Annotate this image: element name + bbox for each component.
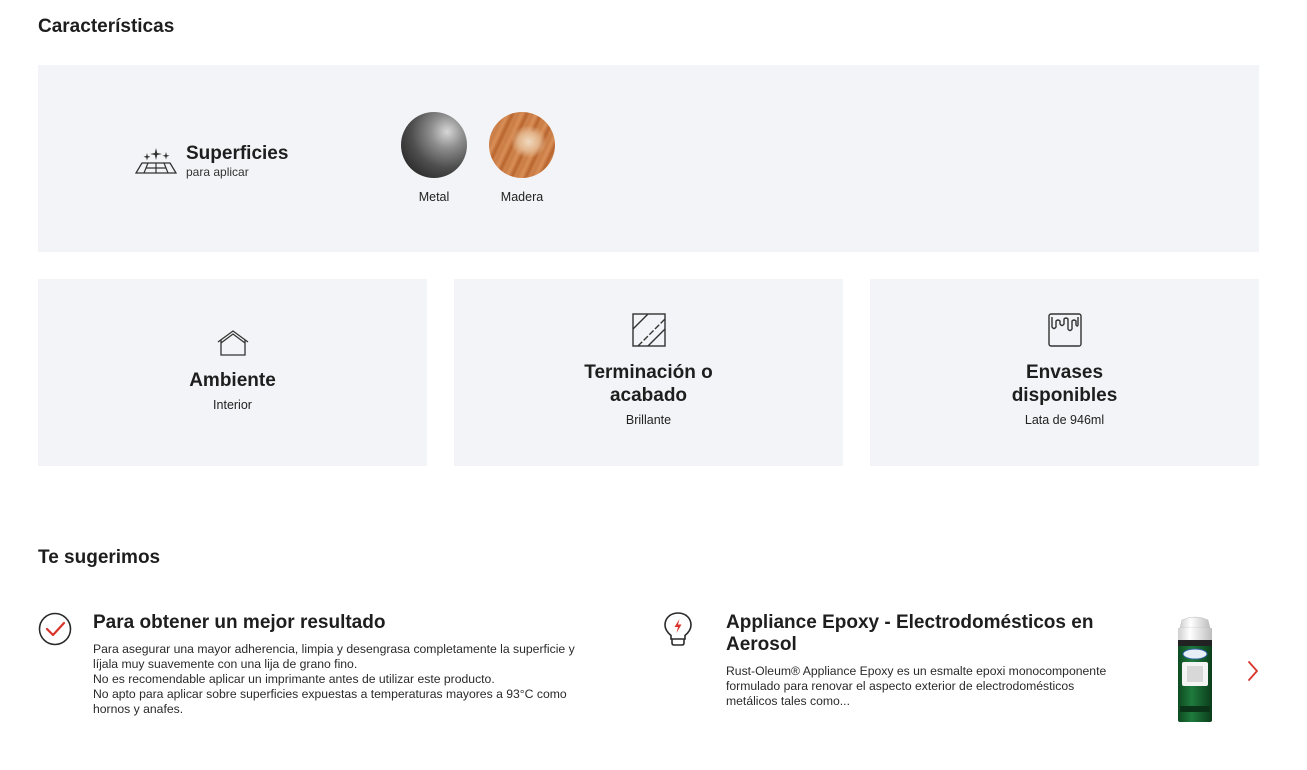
tip-line: hornos y anafes.	[93, 702, 184, 716]
sparkle-surface-icon	[134, 148, 178, 174]
check-circle-icon	[38, 612, 72, 646]
feature-card-ambiente: Ambiente Interior	[38, 279, 427, 466]
tip-line: líjala muy suavemente con una lija de gr…	[93, 657, 358, 671]
card-title-line: Terminación o	[584, 362, 713, 383]
card-title: Terminación o acabado	[454, 361, 843, 407]
surface-option-metal: Metal	[389, 112, 479, 204]
spray-can-image[interactable]	[1170, 614, 1220, 726]
tip-text: Para asegurar una mayor adherencia, limp…	[93, 642, 623, 717]
tip-line: Para asegurar una mayor adherencia, limp…	[93, 642, 575, 656]
surfaces-panel: Superficies para aplicar Metal Madera	[38, 65, 1259, 252]
section-title-sugerimos: Te sugerimos	[38, 547, 161, 568]
product-title-line: Appliance Epoxy - Electrodomésticos en	[726, 612, 1094, 633]
card-value: Interior	[213, 398, 252, 412]
surface-label: Madera	[500, 190, 544, 204]
chevron-right-icon[interactable]	[1246, 660, 1260, 682]
feature-card-envases: Envases disponibles Lata de 946ml	[870, 279, 1259, 466]
product-line: metálicos tales como...	[726, 694, 850, 708]
product-title[interactable]: Appliance Epoxy - Electrodomésticos en A…	[726, 612, 1146, 656]
section-title-caracteristicas: Características	[38, 16, 175, 37]
product-line: formulado para renovar el aspecto exteri…	[726, 679, 1075, 693]
surface-option-madera: Madera	[477, 112, 567, 204]
tip-better-result: Para obtener un mejor resultado Para ase…	[93, 612, 623, 717]
wood-swatch-image	[489, 112, 555, 178]
tip-title: Para obtener un mejor resultado	[93, 612, 386, 633]
paint-can-icon	[1047, 313, 1082, 347]
card-title-line: disponibles	[1011, 385, 1118, 406]
product-title-line: Aerosol	[726, 634, 797, 655]
card-title-line: Envases	[1025, 362, 1104, 383]
metal-swatch-image	[401, 112, 467, 178]
product-description: Rust-Oleum® Appliance Epoxy es un esmalt…	[726, 664, 1146, 709]
tip-line: No apto para aplicar sobre superficies e…	[93, 687, 567, 701]
card-title: Envases disponibles	[870, 361, 1259, 407]
house-icon	[217, 330, 248, 356]
tip-line: No es recomendable aplicar un imprimante…	[93, 672, 495, 686]
product-line: Rust-Oleum® Appliance Epoxy es un esmalt…	[726, 664, 1107, 678]
surfaces-title: Superficies	[186, 143, 289, 164]
surfaces-header: Superficies para aplicar	[134, 143, 288, 179]
lightbulb-icon	[664, 612, 692, 646]
surfaces-subtitle: para aplicar	[186, 165, 249, 179]
card-value: Lata de 946ml	[1024, 413, 1105, 427]
card-title: Ambiente	[189, 370, 276, 391]
page: Características Superficies para aplicar…	[0, 0, 1307, 770]
surface-label: Metal	[418, 190, 450, 204]
card-value: Brillante	[625, 413, 672, 427]
gloss-finish-icon	[631, 313, 666, 347]
feature-card-terminacion: Terminación o acabado Brillante	[454, 279, 843, 466]
product-suggestion[interactable]: Appliance Epoxy - Electrodomésticos en A…	[726, 612, 1146, 709]
card-title-line: acabado	[609, 385, 688, 406]
